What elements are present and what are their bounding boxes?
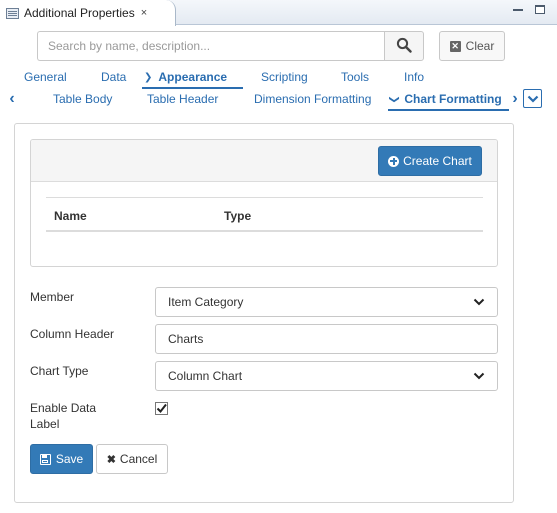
charts-table: Name Type	[46, 197, 483, 232]
view-tab-additional-properties[interactable]: Additional Properties ×	[0, 0, 176, 26]
chevron-down-icon	[473, 372, 485, 380]
tab-appearance-label: Appearance	[158, 70, 228, 84]
cancel-label: Cancel	[119, 452, 158, 466]
cancel-button[interactable]: ✖ Cancel	[96, 444, 168, 474]
tab-chart-formatting-label: Chart Formatting	[404, 92, 502, 106]
column-header-type: Type	[224, 209, 252, 223]
view-title: Additional Properties	[24, 6, 135, 20]
charts-list-header: Create Chart	[31, 140, 497, 182]
tab-chart-formatting-underline	[388, 109, 509, 111]
enable-data-label-checkbox[interactable]	[155, 402, 168, 415]
column-header-input[interactable]	[155, 324, 498, 354]
save-label: Save	[55, 452, 84, 466]
column-header-name: Name	[54, 209, 87, 223]
clear-label: Clear	[465, 39, 495, 53]
member-select[interactable]: Item Category	[155, 287, 498, 317]
tab-tools[interactable]: Tools	[341, 70, 369, 84]
close-icon[interactable]: ×	[141, 7, 147, 19]
tab-dimension-formatting[interactable]: Dimension Formatting	[254, 92, 371, 106]
tabs-menu-button[interactable]	[523, 89, 542, 108]
tab-appearance-underline	[142, 87, 243, 89]
chart-type-select-value: Column Chart	[168, 369, 243, 383]
member-select-value: Item Category	[168, 295, 244, 309]
enable-data-label-line1: Enable Data	[30, 401, 97, 415]
tab-info[interactable]: Info	[404, 70, 424, 84]
tab-data[interactable]: Data	[101, 70, 126, 84]
table-icon	[6, 7, 19, 19]
chart-type-label: Chart Type	[30, 364, 89, 378]
create-chart-button[interactable]: Create Chart	[378, 146, 482, 176]
times-icon: ✖	[106, 453, 116, 466]
chevron-right-icon[interactable]: ›	[508, 90, 522, 108]
search-button[interactable]	[384, 31, 424, 61]
chevron-down-icon	[527, 95, 538, 103]
tab-scripting[interactable]: Scripting	[261, 70, 308, 84]
floppy-icon	[39, 453, 51, 465]
column-header-label: Column Header	[30, 327, 115, 341]
tab-table-header[interactable]: Table Header	[147, 92, 218, 106]
chart-type-select[interactable]: Column Chart	[155, 361, 498, 391]
tab-chart-formatting[interactable]: ❯ Chart Formatting	[388, 92, 502, 106]
plus-circle-icon	[388, 155, 400, 167]
chevron-down-icon	[473, 298, 485, 306]
save-button[interactable]: Save	[30, 444, 93, 474]
charts-list-box: Create Chart Name Type	[30, 139, 498, 267]
tab-appearance[interactable]: ❯ Appearance	[144, 70, 227, 84]
clear-button[interactable]: ✕ Clear	[439, 31, 505, 61]
maximize-icon[interactable]	[535, 5, 545, 14]
chevron-left-icon[interactable]: ‹	[4, 90, 20, 108]
chevron-down-icon: ❯	[388, 95, 400, 104]
checkmark-icon	[156, 403, 167, 414]
search-input[interactable]	[37, 31, 385, 61]
create-chart-label: Create Chart	[403, 154, 472, 168]
tab-general[interactable]: General	[24, 70, 67, 84]
tab-table-body[interactable]: Table Body	[53, 92, 112, 106]
search-icon	[396, 37, 412, 53]
chevron-down-icon: ❯	[144, 72, 153, 83]
charts-table-header: Name Type	[46, 197, 483, 232]
enable-data-label-label: Enable Data Label	[30, 400, 96, 432]
view-tab-bar: Additional Properties ×	[0, 0, 557, 26]
member-label: Member	[30, 290, 75, 304]
clear-icon: ✕	[449, 40, 461, 52]
enable-data-label-line2: Label	[30, 417, 60, 431]
minimize-icon[interactable]	[513, 5, 523, 14]
